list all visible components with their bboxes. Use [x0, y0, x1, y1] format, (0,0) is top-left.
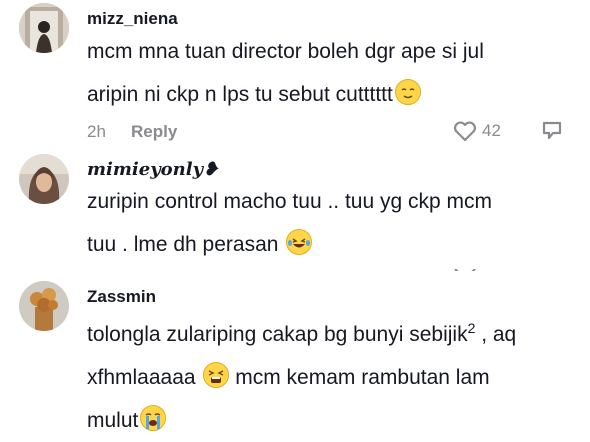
- comment-text-line: zuripin control macho tuu .. tuu yg ckp …: [87, 190, 492, 213]
- dislike-button[interactable]: [541, 120, 567, 147]
- avatar[interactable]: [19, 281, 69, 331]
- tired-face-icon: [203, 362, 230, 388]
- reply-button[interactable]: Reply: [131, 122, 177, 142]
- comment-text-segment: tuu . lme dh perasan: [87, 233, 279, 256]
- comment-text-segment: xfhmlaaaaa: [87, 366, 202, 389]
- avatar[interactable]: [19, 3, 69, 53]
- comment-text-line: tuu . lme dh perasan: [87, 223, 577, 266]
- comment-text: mcm mna tuan director boleh dgr ape si j…: [87, 30, 577, 116]
- comment-text-segment: aripin ni ckp n lps tu sebut cutttttt: [87, 83, 393, 106]
- dislike-icon: [542, 121, 562, 140]
- comment-username[interactable]: Zassmin: [87, 287, 156, 307]
- like-button[interactable]: 42: [452, 119, 501, 143]
- comment-item: mizz_niena mcm mna tuan director boleh d…: [0, 0, 590, 150]
- comment-text-segment: , aq: [475, 323, 517, 346]
- comment-username[interactable]: mizz_niena: [87, 9, 178, 29]
- like-count: 42: [482, 121, 501, 140]
- tears-of-joy-icon: [286, 229, 313, 255]
- comment-timestamp: 2h: [87, 122, 106, 141]
- comment-text: tolongla zulariping cakap bg bunyi sebij…: [87, 307, 577, 442]
- sob-face-icon: [140, 405, 167, 431]
- comment-text-segment: tolongla zulariping cakap bg bunyi sebij…: [87, 323, 468, 346]
- comment-item: mimieyonly❥ zuripin control macho tuu ..…: [0, 150, 590, 271]
- avatar-photo: [19, 3, 69, 53]
- relieved-face-icon: [394, 79, 421, 105]
- comment-username[interactable]: mimieyonly❥: [87, 159, 218, 180]
- comment-item: Zassmin tolongla zulariping cakap bg bun…: [0, 271, 590, 432]
- heart-icon: [454, 121, 476, 142]
- comment-text-line: tolongla zulariping cakap bg bunyi sebij…: [87, 307, 577, 356]
- comment-text-line: mcm mna tuan director boleh dgr ape si j…: [87, 40, 484, 63]
- avatar[interactable]: [19, 154, 69, 204]
- avatar-photo: [19, 154, 69, 204]
- comment-text: zuripin control macho tuu .. tuu yg ckp …: [87, 180, 577, 266]
- comment-text-segment: mcm kemam rambutan lam: [229, 366, 490, 389]
- comment-text-line: xfhmlaaaaa mcm kemam rambutan lam: [87, 356, 577, 399]
- comment-text-line: aripin ni ckp n lps tu sebut cutttttt: [87, 73, 577, 116]
- avatar-photo: [19, 281, 69, 331]
